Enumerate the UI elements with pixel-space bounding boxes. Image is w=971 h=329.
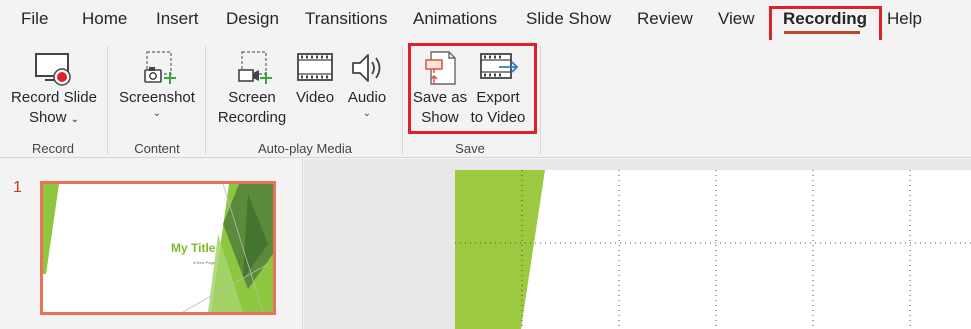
recording-tab-highlight-box bbox=[769, 6, 882, 43]
audio-label: Audio bbox=[347, 89, 387, 106]
tab-review[interactable]: Review bbox=[637, 9, 693, 29]
tab-transitions[interactable]: Transitions bbox=[305, 9, 388, 29]
screen-recording-button[interactable]: Screen Recording bbox=[214, 50, 290, 128]
video-button[interactable]: Video bbox=[292, 50, 338, 108]
screenshot-button[interactable]: Screenshot ⌄ bbox=[117, 50, 197, 120]
slide-editor-area bbox=[304, 159, 971, 329]
screen-recording-icon bbox=[238, 51, 272, 84]
slide-thumbnail-pane: 1 My Title A New Page bbox=[0, 159, 303, 329]
record-slide-show-label-1: Record Slide bbox=[11, 89, 97, 106]
tab-help[interactable]: Help bbox=[887, 9, 922, 29]
ribbon: Record Slide Show ⌄ Record Screenshot ⌄ … bbox=[0, 40, 971, 158]
tab-file[interactable]: File bbox=[21, 9, 48, 29]
record-slide-show-label-2: Show bbox=[28, 109, 67, 126]
group-separator bbox=[540, 46, 541, 154]
film-icon bbox=[297, 53, 333, 81]
group-label-save: Save bbox=[455, 141, 485, 156]
slide-number: 1 bbox=[13, 179, 22, 196]
video-label: Video bbox=[295, 89, 335, 106]
screen-recording-label-2: Recording bbox=[217, 109, 287, 126]
tab-slide-show[interactable]: Slide Show bbox=[526, 9, 611, 29]
tab-design[interactable]: Design bbox=[226, 9, 279, 29]
record-slide-show-icon bbox=[35, 53, 71, 86]
slide-thumbnail-graphic bbox=[43, 184, 273, 312]
slide-thumbnail[interactable]: My Title A New Page bbox=[40, 181, 276, 315]
thumbnail-title: My Title bbox=[171, 241, 216, 255]
chevron-down-icon[interactable]: ⌄ bbox=[71, 114, 79, 125]
group-label-record: Record bbox=[32, 141, 74, 156]
tab-view[interactable]: View bbox=[718, 9, 755, 29]
chevron-down-icon[interactable]: ⌄ bbox=[342, 108, 392, 120]
slide-canvas[interactable] bbox=[455, 170, 971, 329]
audio-button[interactable]: Audio ⌄ bbox=[342, 50, 392, 120]
record-slide-show-label-2-row: Show ⌄ bbox=[8, 108, 100, 130]
group-separator bbox=[402, 46, 403, 154]
screenshot-label: Screenshot bbox=[119, 89, 195, 106]
group-label-content: Content bbox=[134, 141, 180, 156]
slide-canvas-graphic bbox=[455, 170, 971, 329]
tab-animations[interactable]: Animations bbox=[413, 9, 497, 29]
thumbnail-subtitle: A New Page bbox=[193, 260, 216, 265]
screenshot-icon bbox=[144, 51, 176, 84]
group-separator bbox=[107, 46, 108, 154]
group-separator bbox=[205, 46, 206, 154]
group-label-auto-play-media: Auto-play Media bbox=[258, 141, 352, 156]
screen-recording-label-1: Screen bbox=[228, 89, 276, 106]
record-slide-show-button[interactable]: Record Slide Show ⌄ bbox=[8, 50, 100, 130]
chevron-down-icon[interactable]: ⌄ bbox=[117, 108, 197, 120]
ribbon-tab-bar: File Home Insert Design Transitions Anim… bbox=[0, 0, 971, 43]
tab-insert[interactable]: Insert bbox=[156, 9, 199, 29]
speaker-icon bbox=[352, 54, 381, 82]
tab-home[interactable]: Home bbox=[82, 9, 127, 29]
save-group-highlight-box bbox=[408, 43, 537, 134]
